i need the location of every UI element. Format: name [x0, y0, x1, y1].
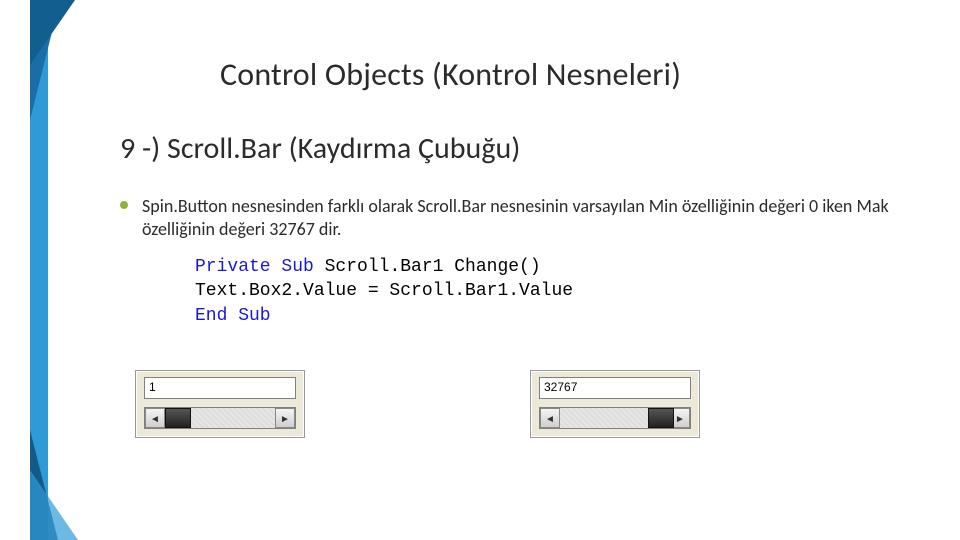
arrow-left-icon: ◄ [545, 412, 555, 425]
slide: Control Objects (Kontrol Nesneleri) 9 -)… [0, 0, 960, 540]
arrow-right-icon: ► [280, 412, 290, 425]
code-keyword: Private Sub [195, 257, 314, 277]
textbox-value[interactable]: 32767 [539, 377, 691, 399]
bullet-item: Spin.Button nesnesinden farklı olarak Sc… [120, 195, 890, 242]
scroll-thumb[interactable] [648, 408, 674, 428]
code-text: Scroll.Bar1 Change() [314, 257, 541, 277]
scroll-left-button[interactable]: ◄ [145, 408, 165, 428]
accent-triangle [30, 470, 78, 540]
code-line: End Sub [195, 304, 573, 328]
scroll-track[interactable] [560, 408, 670, 428]
textbox-value[interactable]: 1 [144, 377, 296, 399]
scroll-thumb[interactable] [165, 408, 191, 428]
arrow-left-icon: ◄ [150, 412, 160, 425]
arrow-right-icon: ► [675, 412, 685, 425]
code-block: Private Sub Scroll.Bar1 Change() Text.Bo… [195, 255, 573, 328]
slide-subtitle: 9 -) Scroll.Bar (Kaydırma Çubuğu) [120, 130, 520, 167]
code-line: Text.Box2.Value = Scroll.Bar1.Value [195, 279, 573, 303]
bullet-dot-icon [120, 201, 128, 209]
code-line: Private Sub Scroll.Bar1 Change() [195, 255, 573, 279]
accent-triangle [30, 0, 75, 65]
bullet-text: Spin.Button nesnesinden farklı olarak Sc… [142, 195, 890, 242]
horizontal-scrollbar[interactable]: ◄ ► [144, 407, 296, 429]
slide-title: Control Objects (Kontrol Nesneleri) [220, 55, 681, 94]
horizontal-scrollbar[interactable]: ◄ ► [539, 407, 691, 429]
scroll-right-button[interactable]: ► [275, 408, 295, 428]
scrollbar-demo-max: 32767 ◄ ► [530, 370, 700, 438]
scroll-track[interactable] [165, 408, 275, 428]
scrollbar-demo-min: 1 ◄ ► [135, 370, 305, 438]
scroll-left-button[interactable]: ◄ [540, 408, 560, 428]
